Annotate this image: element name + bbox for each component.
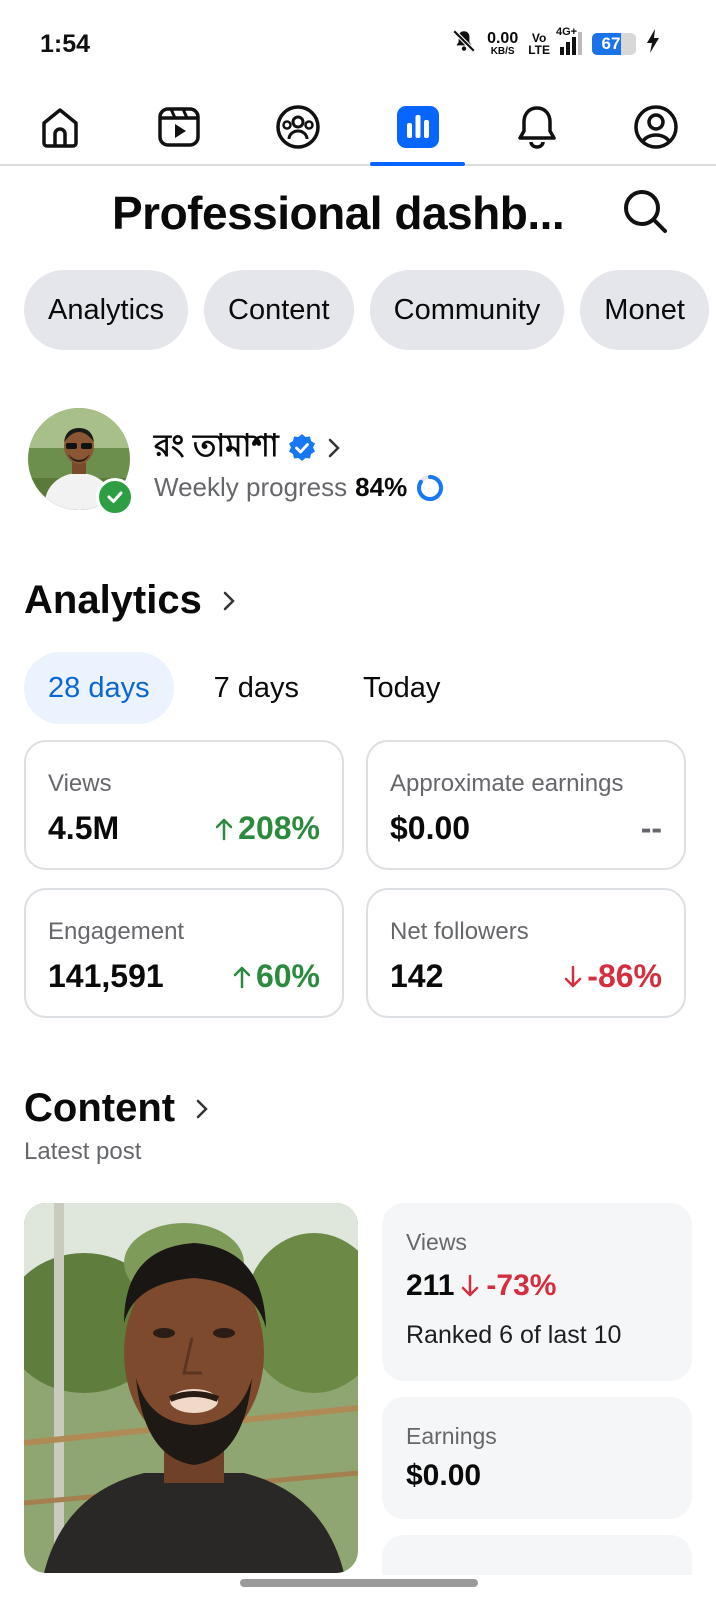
content-title: Content — [24, 1086, 176, 1130]
nav-dashboard[interactable] — [358, 90, 477, 166]
search-button[interactable] — [620, 186, 670, 236]
metric-change: 60% — [232, 958, 320, 995]
nav-video[interactable] — [119, 90, 238, 164]
profile-name-row[interactable]: রং তামাশা — [154, 422, 343, 474]
groups-icon — [276, 105, 320, 149]
network-speed: 0.00 KB/S — [487, 29, 519, 57]
volte-bottom: LTE — [528, 42, 550, 57]
latest-post-next-card[interactable] — [382, 1535, 692, 1575]
metric-change-value: -- — [640, 810, 662, 846]
views-change: -73% — [486, 1269, 557, 1302]
weekly-progress-label: Weekly progress — [154, 472, 348, 502]
dashboard-icon — [396, 106, 439, 148]
metric-change-value: -86% — [587, 958, 662, 994]
arrow-down-icon — [462, 1274, 479, 1297]
metric-change-value: 208% — [238, 810, 320, 846]
profile-icon — [634, 105, 678, 149]
nav-groups[interactable] — [239, 90, 358, 164]
nav-home[interactable] — [0, 90, 119, 164]
metric-value: 141,591 — [48, 958, 164, 994]
nav-notifications[interactable] — [477, 90, 596, 164]
progress-ring-icon — [417, 474, 444, 501]
network-speed-unit: KB/S — [490, 45, 515, 57]
battery-percent: 67 — [601, 33, 621, 53]
range-28-days[interactable]: 28 days — [24, 652, 174, 724]
metric-value: 4.5M — [48, 810, 120, 846]
chevron-right-icon — [328, 438, 340, 458]
arrow-down-icon — [565, 965, 582, 987]
latest-post-earnings-card[interactable]: Earnings $0.00 — [382, 1397, 692, 1519]
profile-name: রং তামাশা — [154, 428, 279, 463]
tab-content[interactable]: Content — [204, 270, 354, 350]
content-header[interactable]: Content — [24, 1086, 211, 1131]
metric-value: 142 — [390, 958, 444, 994]
search-icon — [624, 190, 667, 233]
verified-check-badge — [96, 478, 134, 516]
tab-monetization[interactable]: Monet — [580, 270, 709, 350]
analytics-title: Analytics — [24, 578, 202, 622]
latest-post-label: Latest post — [24, 1138, 142, 1165]
page-header: Professional dashb... — [0, 166, 716, 256]
status-icons: 0.00 KB/S Vo LTE 4G+ 67 — [451, 26, 660, 59]
volte-indicator: Vo LTE — [528, 32, 550, 56]
metric-approximate-earnings[interactable]: Approximate earnings $0.00 -- — [366, 740, 686, 870]
metric-change: -- — [641, 810, 662, 847]
mute-icon — [451, 28, 477, 59]
notifications-icon — [518, 106, 556, 149]
status-time: 1:54 — [40, 30, 91, 58]
arrow-up-icon — [215, 818, 233, 840]
home-icon — [41, 108, 78, 148]
page-title: Professional dashb... — [112, 187, 565, 239]
profile-summary[interactable]: রং তামাশা Weekly progress 84% — [28, 408, 688, 518]
metric-label: Approximate earnings — [390, 770, 624, 797]
video-icon — [158, 107, 200, 147]
chevron-right-icon — [196, 1099, 208, 1118]
metric-label: Engagement — [48, 918, 185, 945]
tab-community[interactable]: Community — [369, 270, 565, 350]
views-label: Views — [406, 1229, 467, 1255]
earnings-label: Earnings — [406, 1423, 497, 1449]
network-speed-value: 0.00 — [487, 29, 519, 47]
section-tabs: Analytics Content Community Monet — [24, 270, 709, 350]
views-row: 211 -73% — [406, 1269, 556, 1303]
metric-net-followers[interactable]: Net followers 142 -86% — [366, 888, 686, 1018]
metric-engagement[interactable]: Engagement 141,591 60% — [24, 888, 344, 1018]
nav-profile[interactable] — [596, 90, 715, 164]
metric-change: -86% — [563, 958, 662, 995]
tab-analytics[interactable]: Analytics — [24, 270, 189, 350]
chevron-right-icon — [223, 591, 235, 610]
home-indicator[interactable] — [240, 1579, 478, 1587]
volte-top: Vo — [531, 30, 547, 45]
metric-change: 208% — [214, 810, 320, 847]
views-value: 211 — [406, 1269, 455, 1302]
signal-type: 4G+ — [556, 26, 578, 38]
charging-icon — [646, 29, 660, 58]
arrow-up-icon — [233, 966, 251, 988]
top-navigation — [0, 90, 716, 166]
range-selector: 28 days 7 days Today — [24, 652, 480, 724]
latest-post-views-card[interactable]: Views 211 -73% Ranked 6 of last 10 — [382, 1203, 692, 1381]
metric-views[interactable]: Views 4.5M 208% — [24, 740, 344, 870]
latest-post-thumbnail[interactable] — [24, 1203, 358, 1573]
metric-value: $0.00 — [390, 810, 471, 846]
analytics-header[interactable]: Analytics — [24, 578, 238, 623]
range-today[interactable]: Today — [339, 652, 464, 724]
metric-label: Net followers — [390, 918, 529, 945]
weekly-progress-value: 84% — [355, 472, 408, 502]
metric-label: Views — [48, 770, 112, 797]
check-icon — [107, 491, 123, 503]
weekly-progress: Weekly progress 84% — [154, 472, 445, 503]
status-bar: 1:54 0.00 KB/S Vo LTE 4G+ 67 — [0, 0, 716, 90]
verified-icon — [288, 434, 315, 461]
metric-change-value: 60% — [255, 958, 320, 994]
signal-icon: 4G+ — [556, 26, 582, 55]
views-rank: Ranked 6 of last 10 — [406, 1321, 622, 1349]
earnings-value: $0.00 — [406, 1459, 482, 1492]
battery-icon: 67 — [592, 32, 636, 55]
range-7-days[interactable]: 7 days — [190, 652, 323, 724]
